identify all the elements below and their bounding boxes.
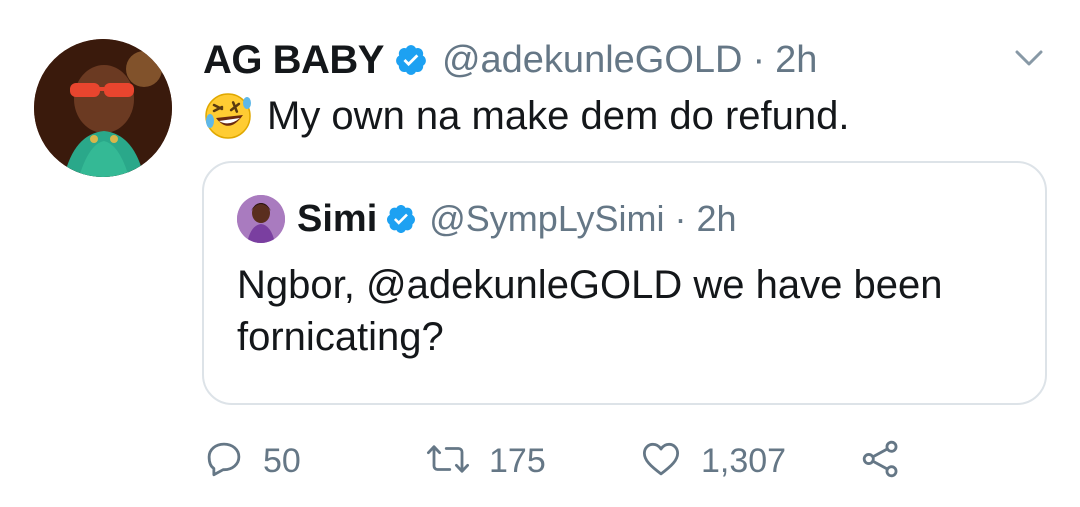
tweet-time[interactable]: 2h — [775, 39, 817, 82]
tweet-card[interactable]: AG BABY @adekunleGOLD · 2h My own na mak… — [0, 0, 1080, 507]
quoted-tweet-time[interactable]: 2h — [697, 198, 737, 240]
chevron-down-icon[interactable] — [1013, 46, 1045, 70]
heart-icon — [639, 438, 683, 485]
share-button[interactable] — [859, 433, 903, 489]
rolling-on-floor-laughing-emoji-icon — [203, 91, 253, 141]
tweet-header: AG BABY @adekunleGOLD · 2h — [203, 34, 817, 86]
quoted-author-avatar[interactable] — [237, 195, 285, 243]
verified-badge-icon — [394, 43, 428, 77]
tweet-actions: 50 175 1,307 — [203, 433, 1023, 489]
separator-dot: · — [674, 198, 687, 239]
tweet-text: My own na make dem do refund. — [267, 93, 850, 138]
quoted-tweet-text: Ngbor, @adekunleGOLD we have been fornic… — [237, 263, 943, 359]
author-handle[interactable]: @adekunleGOLD — [442, 39, 743, 82]
reply-icon — [203, 438, 245, 485]
verified-badge-icon — [385, 203, 417, 235]
quoted-author-handle[interactable]: @SympLySimi — [429, 198, 664, 240]
like-button[interactable]: 1,307 — [639, 433, 786, 489]
author-name[interactable]: AG BABY — [203, 38, 384, 83]
reply-button[interactable]: 50 — [203, 433, 301, 489]
quoted-tweet[interactable]: Simi @SympLySimi · 2h Ngbor, @adekunleGO… — [202, 161, 1047, 405]
retweet-count: 175 — [489, 441, 546, 480]
author-avatar[interactable] — [34, 39, 172, 177]
retweet-button[interactable]: 175 — [425, 433, 546, 489]
quoted-tweet-header: Simi @SympLySimi · 2h — [237, 193, 737, 245]
share-icon — [859, 438, 903, 485]
reply-count: 50 — [263, 441, 301, 480]
quoted-author-name[interactable]: Simi — [297, 198, 377, 241]
tweet-body: My own na make dem do refund. — [203, 88, 850, 144]
like-count: 1,307 — [701, 441, 787, 480]
retweet-icon — [425, 438, 471, 485]
separator-dot: · — [752, 38, 766, 81]
